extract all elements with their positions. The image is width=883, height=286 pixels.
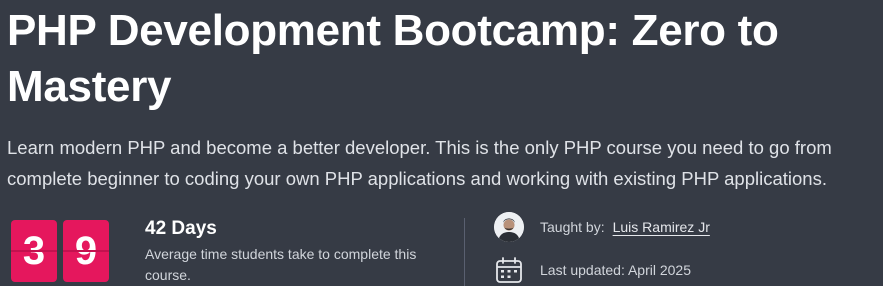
flip-counter: 3 9 — [11, 220, 109, 282]
counter-digit-ones: 9 — [63, 220, 109, 282]
last-updated-text: Last updated: April 2025 — [540, 262, 692, 278]
stats-divider — [464, 218, 465, 286]
last-updated-row: Last updated: April 2025 — [494, 255, 691, 285]
course-stats: 3 9 42 Days Average time students take t… — [7, 212, 883, 286]
course-description: Learn modern PHP and become a better dev… — [7, 137, 832, 189]
duration-block: 42 Days Average time students take to co… — [145, 218, 445, 286]
duration-value: 42 Days — [145, 218, 217, 239]
taught-by-label: Taught by: — [540, 219, 605, 235]
course-hero: PHP Development Bootcamp: Zero to Master… — [7, 0, 877, 286]
course-title: PHP Development Bootcamp: Zero to Master… — [7, 6, 779, 111]
instructor-avatar-icon — [494, 212, 524, 242]
duration-caption: Average time students take to complete t… — [145, 246, 417, 283]
instructor-row: Taught by: Luis Ramirez Jr — [494, 212, 710, 242]
calendar-icon — [496, 257, 522, 283]
instructor-name-link[interactable]: Luis Ramirez Jr — [613, 219, 710, 235]
counter-digit-tens: 3 — [11, 220, 57, 282]
